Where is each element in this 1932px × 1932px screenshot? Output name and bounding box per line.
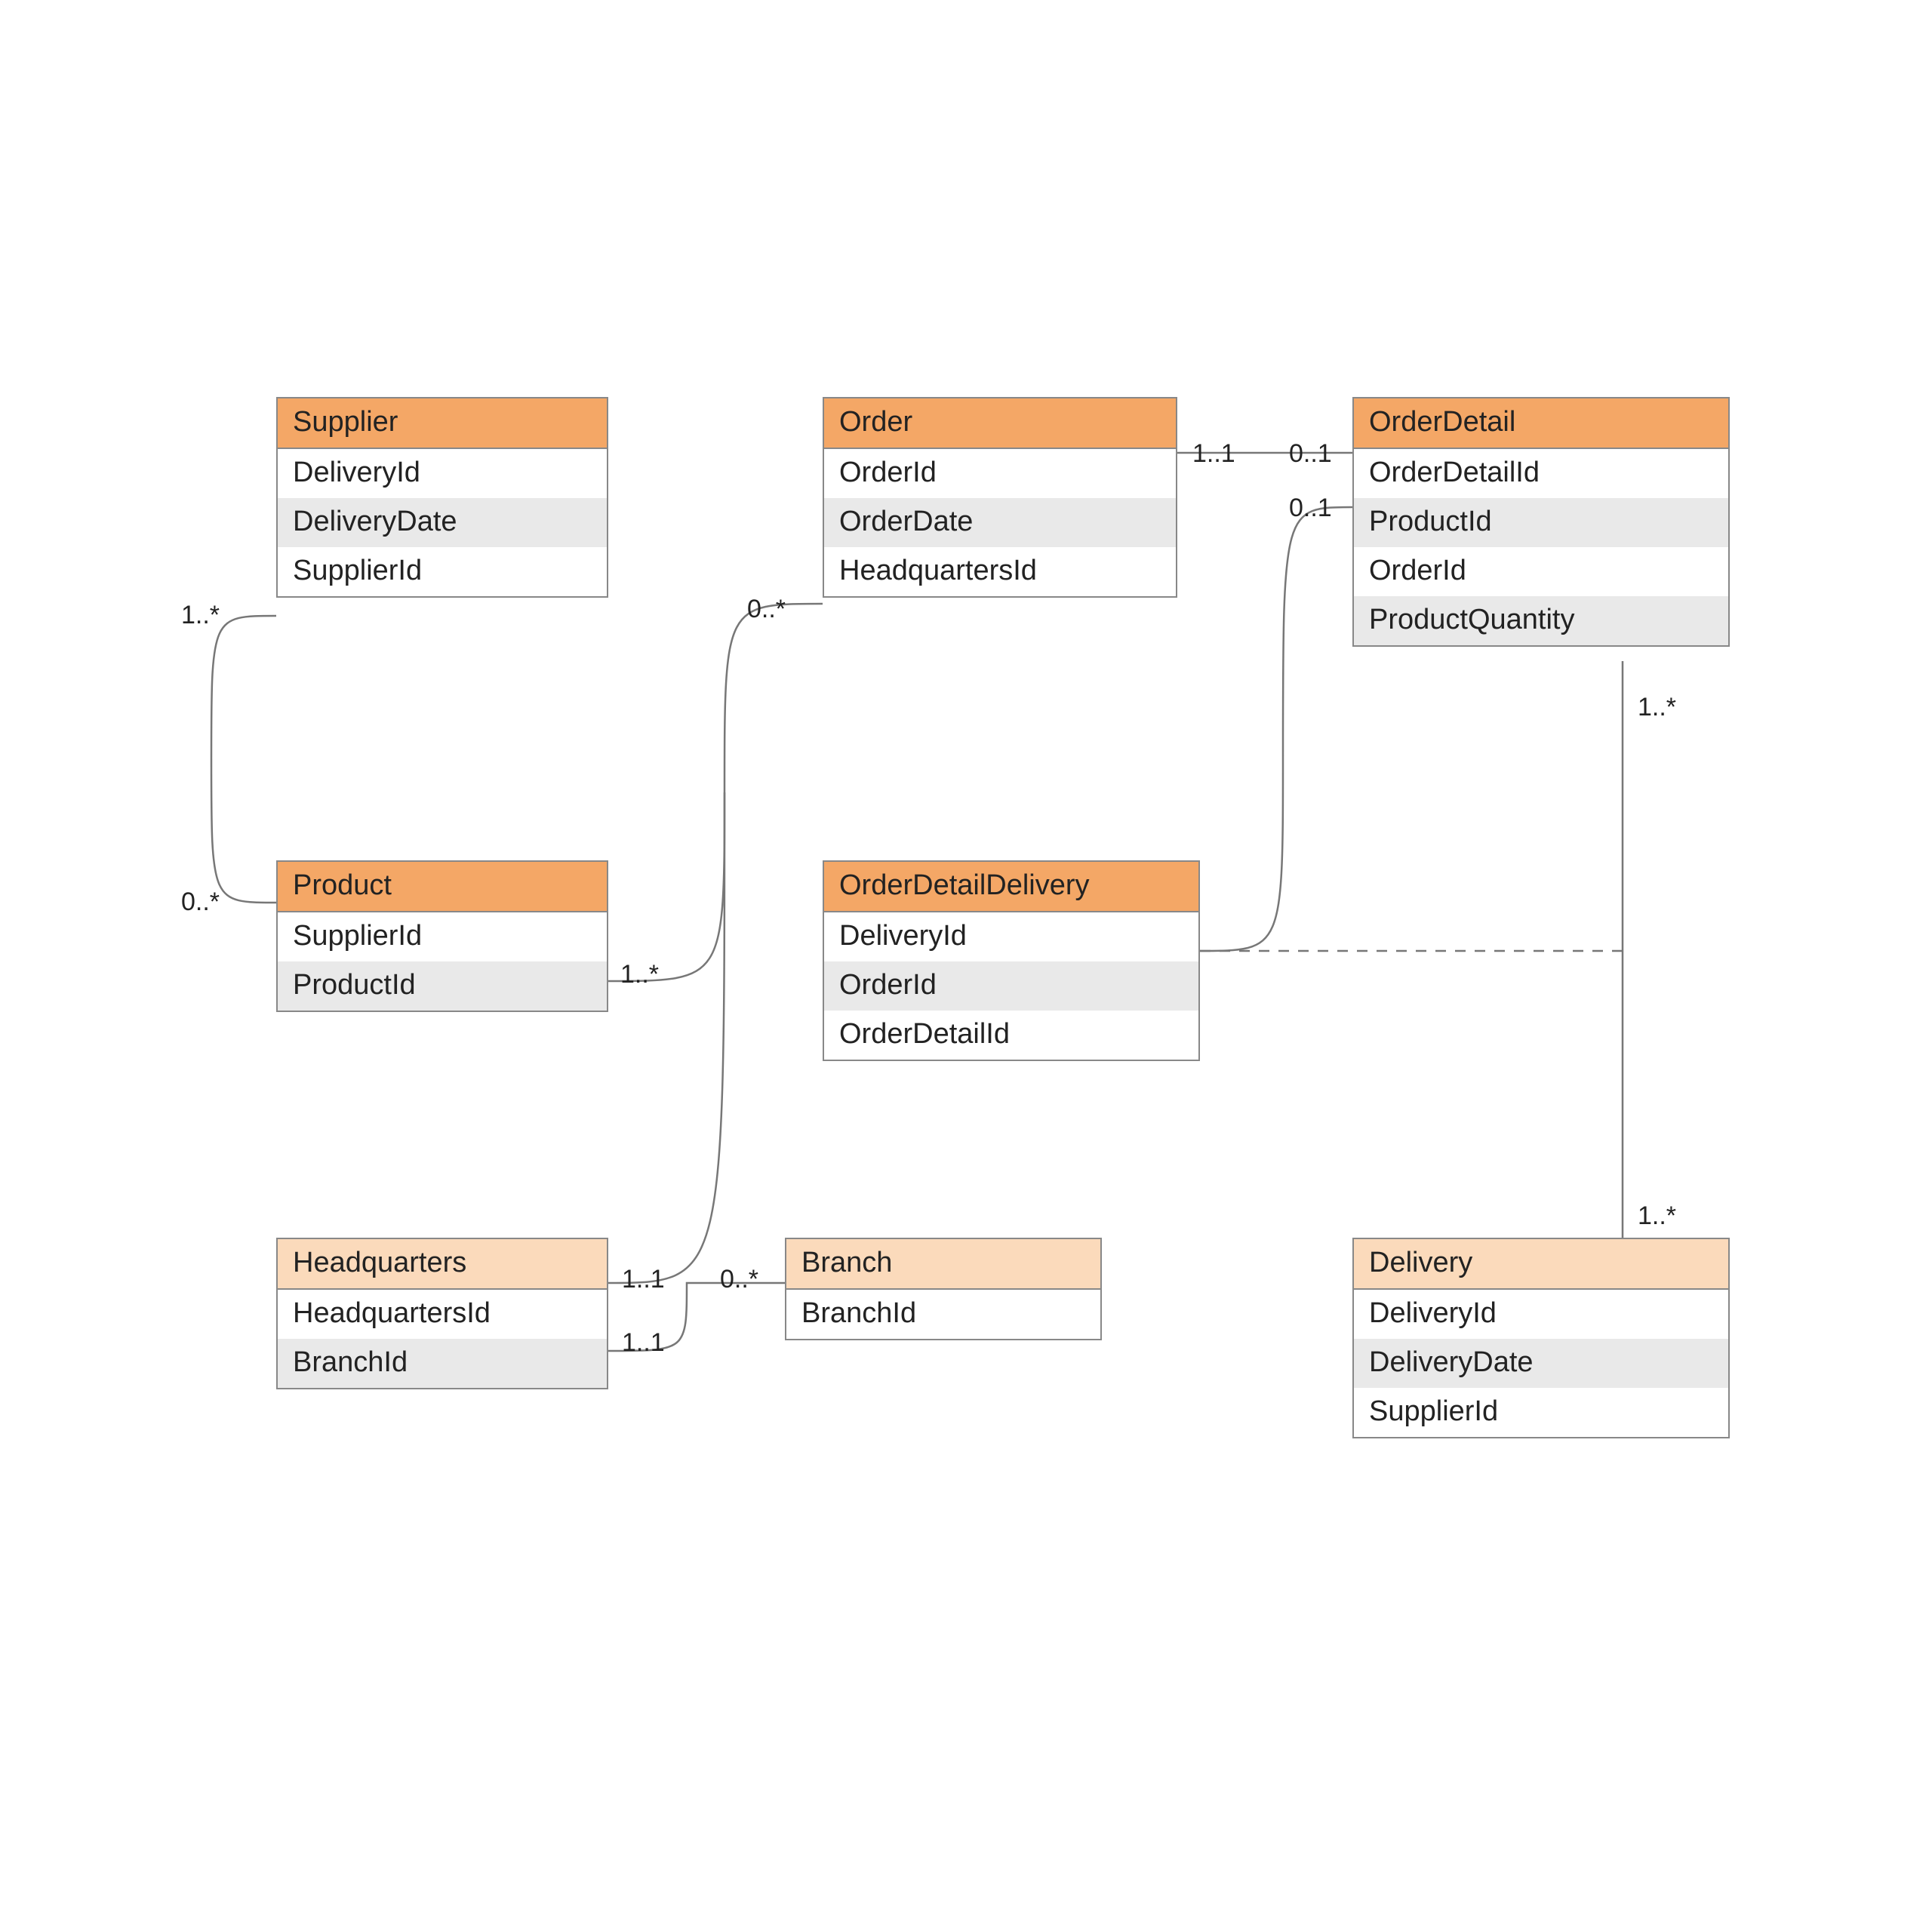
multiplicity-label: 1..1	[622, 1328, 665, 1358]
multiplicity-label: 1..*	[620, 960, 659, 989]
multiplicity-label: 0..1	[1289, 439, 1332, 469]
entity-orderdetaildelivery-attr: OrderDetailId	[824, 1011, 1198, 1060]
entity-supplier-attr: DeliveryDate	[278, 498, 607, 547]
entity-order-attr: OrderDate	[824, 498, 1176, 547]
entity-product-attr: ProductId	[278, 961, 607, 1011]
entity-supplier: Supplier DeliveryId DeliveryDate Supplie…	[276, 397, 608, 598]
entity-headquarters-title: Headquarters	[278, 1239, 607, 1290]
entity-headquarters-attr: BranchId	[278, 1339, 607, 1388]
entity-orderdetail-attr: OrderId	[1354, 547, 1728, 596]
multiplicity-label: 0..*	[720, 1265, 758, 1294]
entity-order-title: Order	[824, 398, 1176, 449]
multiplicity-label: 1..1	[1192, 439, 1235, 469]
entity-delivery-attr: SupplierId	[1354, 1388, 1728, 1437]
entity-product: Product SupplierId ProductId	[276, 860, 608, 1012]
er-diagram-canvas: Supplier DeliveryId DeliveryDate Supplie…	[0, 0, 1932, 1932]
entity-orderdetail-attr: ProductId	[1354, 498, 1728, 547]
entity-orderdetaildelivery: OrderDetailDelivery DeliveryId OrderId O…	[823, 860, 1200, 1061]
entity-orderdetail: OrderDetail OrderDetailId ProductId Orde…	[1352, 397, 1730, 647]
entity-delivery-attr: DeliveryDate	[1354, 1339, 1728, 1388]
entity-headquarters: Headquarters HeadquartersId BranchId	[276, 1238, 608, 1389]
multiplicity-label: 0..1	[1289, 494, 1332, 523]
multiplicity-label: 1..*	[1638, 1201, 1676, 1231]
multiplicity-label: 1..*	[1638, 693, 1676, 722]
entity-orderdetail-attr: OrderDetailId	[1354, 449, 1728, 498]
entity-delivery-attr: DeliveryId	[1354, 1290, 1728, 1339]
multiplicity-label: 0..*	[747, 595, 786, 624]
entity-orderdetaildelivery-title: OrderDetailDelivery	[824, 862, 1198, 912]
entity-supplier-title: Supplier	[278, 398, 607, 449]
entity-supplier-attr: DeliveryId	[278, 449, 607, 498]
entity-branch: Branch BranchId	[785, 1238, 1102, 1340]
entity-order-attr: OrderId	[824, 449, 1176, 498]
entity-orderdetaildelivery-attr: OrderId	[824, 961, 1198, 1011]
entity-supplier-attr: SupplierId	[278, 547, 607, 596]
multiplicity-label: 1..1	[622, 1265, 665, 1294]
entity-headquarters-attr: HeadquartersId	[278, 1290, 607, 1339]
multiplicity-label: 1..*	[181, 601, 220, 630]
entity-order-attr: HeadquartersId	[824, 547, 1176, 596]
entity-orderdetail-attr: ProductQuantity	[1354, 596, 1728, 645]
entity-orderdetaildelivery-attr: DeliveryId	[824, 912, 1198, 961]
entity-order: Order OrderId OrderDate HeadquartersId	[823, 397, 1177, 598]
entity-product-attr: SupplierId	[278, 912, 607, 961]
entity-delivery-title: Delivery	[1354, 1239, 1728, 1290]
entity-branch-title: Branch	[786, 1239, 1100, 1290]
multiplicity-label: 0..*	[181, 888, 220, 917]
entity-orderdetail-title: OrderDetail	[1354, 398, 1728, 449]
entity-branch-attr: BranchId	[786, 1290, 1100, 1339]
entity-delivery: Delivery DeliveryId DeliveryDate Supplie…	[1352, 1238, 1730, 1438]
entity-product-title: Product	[278, 862, 607, 912]
